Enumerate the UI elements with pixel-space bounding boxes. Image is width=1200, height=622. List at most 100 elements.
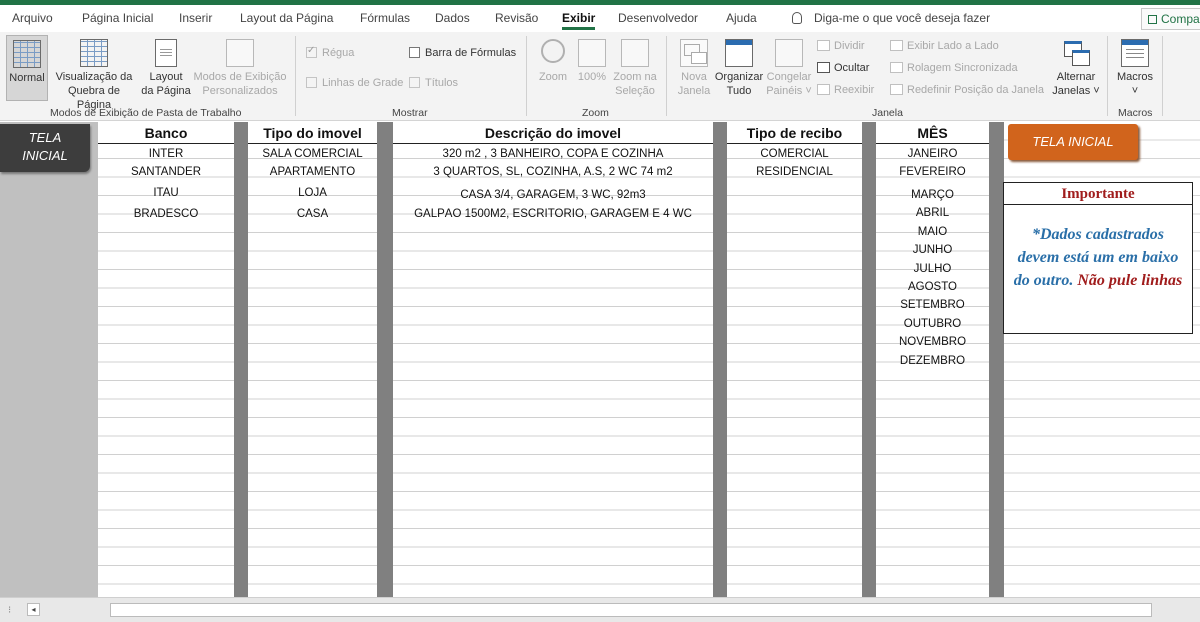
zoom-selection-label-1: Zoom na <box>613 71 657 83</box>
formula-bar-checkbox[interactable]: Barra de Fórmulas <box>409 47 516 59</box>
share-button[interactable]: Compa <box>1141 8 1200 30</box>
cell-descricao[interactable]: 3 QUARTOS, SL, COZINHA, A.S, 2 WC 74 m2 <box>393 166 713 178</box>
cell-mes[interactable]: JUNHO <box>876 244 989 256</box>
formula-bar-label: Barra de Fórmulas <box>425 47 517 59</box>
new-window-label-1: Nova <box>681 71 707 83</box>
switch-windows-label-2: Janelas ˅ <box>1052 85 1100 97</box>
page-break-icon <box>80 39 108 67</box>
cell-mes[interactable]: AGOSTO <box>876 281 989 293</box>
arrange-all-label-1: Organizar <box>714 71 764 83</box>
synchronous-scrolling-button[interactable]: Rolagem Sincronizada <box>890 62 1018 74</box>
arrange-all-button[interactable]: Organizar Tudo <box>713 39 765 98</box>
cell-tipo-recibo[interactable]: COMERCIAL <box>727 148 862 160</box>
tab-formulas[interactable]: Fórmulas <box>360 11 410 25</box>
gray-separator-column <box>989 122 1004 597</box>
header-descricao: Descrição do imovel <box>393 122 713 144</box>
page-layout-button[interactable]: Layout da Página <box>140 39 192 98</box>
cell-banco[interactable]: INTER <box>98 148 234 160</box>
zoom-100-label: 100% <box>577 71 607 83</box>
page-break-preview-button[interactable]: Visualização da Quebra de Página <box>50 39 138 112</box>
normal-view-label: Normal <box>9 72 45 84</box>
scroll-left-icon[interactable]: ◂ <box>27 603 40 616</box>
sheet-tab-options-icon[interactable]: ⁝ <box>8 605 12 616</box>
group-label-zoom: Zoom <box>582 107 609 119</box>
cell-mes[interactable]: JANEIRO <box>876 148 989 160</box>
freeze-panes-button[interactable]: Congelar Painéis ˅ <box>764 39 814 98</box>
horizontal-scrollbar[interactable] <box>110 603 1152 617</box>
tela-inicial-button-right[interactable]: TELA INICIAL <box>1008 124 1138 160</box>
cell-tipo-imovel[interactable]: APARTAMENTO <box>248 166 377 178</box>
header-tipo-recibo: Tipo de recibo <box>727 122 862 144</box>
view-side-by-side-button[interactable]: Exibir Lado a Lado <box>890 40 999 52</box>
tela-inicial-button-left[interactable]: TELA INICIAL <box>0 124 90 172</box>
group-label-workbook-views: Modos de Exibição de Pasta de Trabalho <box>50 107 242 119</box>
tab-ajuda[interactable]: Ajuda <box>726 11 757 25</box>
cell-tipo-imovel[interactable]: SALA COMERCIAL <box>248 148 377 160</box>
cell-banco[interactable]: BRADESCO <box>98 208 234 220</box>
importante-title: Importante <box>1004 183 1192 205</box>
new-window-icon <box>680 39 708 67</box>
share-label: Compa <box>1161 12 1200 26</box>
gridlines-checkbox[interactable]: Linhas de Grade <box>306 77 403 89</box>
tab-layout-pagina[interactable]: Layout da Página <box>240 11 333 25</box>
macros-icon <box>1121 39 1149 67</box>
cell-mes[interactable]: SETEMBRO <box>876 299 989 311</box>
group-separator <box>1107 36 1108 116</box>
cell-mes[interactable]: OUTUBRO <box>876 318 989 330</box>
cell-mes[interactable]: JULHO <box>876 263 989 275</box>
headings-label: Títulos <box>425 77 459 89</box>
cell-mes[interactable]: NOVEMBRO <box>876 336 989 348</box>
reset-position-label: Redefinir Posição da Janela <box>907 84 1044 96</box>
zoom-selection-button[interactable]: Zoom na Seleção <box>610 39 660 98</box>
reset-window-position-button[interactable]: Redefinir Posição da Janela <box>890 84 1044 96</box>
normal-view-button[interactable]: Normal <box>6 35 48 101</box>
tell-me-search[interactable]: Diga-me o que você deseja fazer <box>792 11 990 25</box>
freeze-panes-label-2: Painéis ˅ <box>766 85 812 97</box>
page-layout-label-2: da Página <box>141 85 191 97</box>
tab-pagina-inicial[interactable]: Página Inicial <box>82 11 153 25</box>
cell-tipo-imovel[interactable]: CASA <box>248 208 377 220</box>
normal-view-icon <box>13 40 41 68</box>
page-layout-label-1: Layout <box>149 71 183 83</box>
cell-mes[interactable]: MAIO <box>876 226 989 238</box>
table-tipo-recibo: Tipo de recibo COMERCIAL RESIDENCIAL <box>727 122 862 597</box>
tab-exibir[interactable]: Exibir <box>562 11 596 30</box>
cell-mes[interactable]: ABRIL <box>876 207 989 219</box>
tab-revisao[interactable]: Revisão <box>495 11 538 25</box>
tab-inserir[interactable]: Inserir <box>179 11 212 25</box>
cell-tipo-imovel[interactable]: LOJA <box>248 187 377 199</box>
tab-dados[interactable]: Dados <box>435 11 470 25</box>
split-button[interactable]: Dividir <box>817 40 865 52</box>
ruler-checkbox[interactable]: Régua <box>306 45 354 59</box>
cell-tipo-recibo[interactable]: RESIDENCIAL <box>727 166 862 178</box>
zoom-100-icon <box>578 39 606 67</box>
group-separator <box>1162 36 1163 116</box>
header-mes: MÊS <box>876 122 989 144</box>
new-window-button[interactable]: Nova Janela <box>674 39 714 98</box>
cell-descricao[interactable]: 320 m2 , 3 BANHEIRO, COPA E COZINHA <box>393 148 713 160</box>
tab-desenvolvedor[interactable]: Desenvolvedor <box>618 11 698 25</box>
reset-position-icon <box>890 84 903 95</box>
cell-banco[interactable]: SANTANDER <box>98 166 234 178</box>
unhide-button[interactable]: Reexibir <box>817 84 874 96</box>
gray-separator-column <box>377 122 393 597</box>
gray-separator-column <box>862 122 876 597</box>
cell-banco[interactable]: ITAÚ <box>98 187 234 199</box>
cell-descricao[interactable]: GALPÃO 1500M2, ESCRITORIO, GARAGEM E 4 W… <box>393 208 713 220</box>
header-tipo-imovel: Tipo do imovel <box>248 122 377 144</box>
cell-descricao[interactable]: CASA 3/4, GARAGEM, 3 WC, 92m3 <box>393 189 713 201</box>
ribbon: Normal Visualização da Quebra de Página … <box>0 32 1200 121</box>
custom-views-button[interactable]: Modos de Exibição Personalizados <box>192 39 288 98</box>
cell-mes[interactable]: MARÇO <box>876 189 989 201</box>
headings-checkbox[interactable]: Títulos <box>409 77 458 89</box>
split-icon <box>817 40 830 51</box>
zoom-button[interactable]: Zoom <box>534 39 572 84</box>
switch-windows-button[interactable]: Alternar Janelas ˅ <box>1050 39 1102 98</box>
tab-arquivo[interactable]: Arquivo <box>12 11 53 25</box>
macros-button[interactable]: Macros ˅ <box>1113 39 1157 98</box>
gridlines-check-box <box>306 77 317 88</box>
cell-mes[interactable]: FEVEREIRO <box>876 166 989 178</box>
cell-mes[interactable]: DEZEMBRO <box>876 355 989 367</box>
hide-button[interactable]: Ocultar <box>817 62 869 74</box>
zoom-100-button[interactable]: 100% <box>575 39 609 84</box>
